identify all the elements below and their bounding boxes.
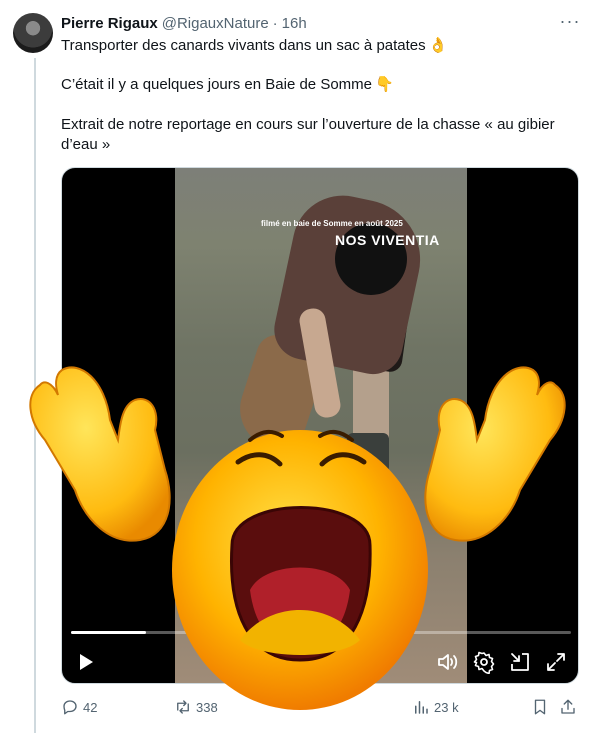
reply-count: 42 xyxy=(83,699,98,715)
video-caption: filmé en baie de Somme en août 2025 xyxy=(261,219,403,228)
bookmark-icon xyxy=(534,699,546,715)
ok-hand-emoji: 👌 xyxy=(428,37,448,54)
views-button[interactable]: 23 k xyxy=(412,697,459,717)
video-player[interactable]: filmé en baie de Somme en août 2025 NOS … xyxy=(61,167,579,684)
tweet-text: d’eau » xyxy=(61,136,111,153)
repost-count: 338 xyxy=(196,699,218,715)
repost-icon xyxy=(177,700,189,714)
tweet-text-line-1: Transporter des canards vivants dans un … xyxy=(61,36,581,56)
play-button[interactable] xyxy=(74,650,98,674)
tweet-text-line-2: C’était il y a quelques jours en Baie de… xyxy=(61,75,581,95)
author-name[interactable]: Pierre Rigaux xyxy=(61,15,158,32)
fullscreen-button[interactable] xyxy=(544,650,568,674)
settings-button[interactable] xyxy=(472,650,496,675)
more-options-button[interactable]: ··· xyxy=(558,11,582,34)
settings-icon xyxy=(473,651,495,675)
video-frame: filmé en baie de Somme en août 2025 NOS … xyxy=(175,168,467,683)
video-brand: NOS VIVENTIA xyxy=(335,232,440,248)
share-icon xyxy=(561,699,575,714)
fullscreen-icon xyxy=(547,653,565,671)
share-button[interactable] xyxy=(559,697,577,717)
more-horizontal-icon: ··· xyxy=(559,11,581,31)
video-progress-bar[interactable] xyxy=(71,631,571,634)
tweet-text: Extrait de notre reportage en cours sur … xyxy=(61,116,555,133)
thread-line xyxy=(34,58,36,733)
author-handle[interactable]: @RigauxNature xyxy=(162,15,269,32)
exit-fullscreen-button[interactable] xyxy=(508,650,532,674)
views-count: 23 k xyxy=(434,699,459,715)
timestamp[interactable]: 16h xyxy=(282,15,307,32)
exit-fullscreen-icon xyxy=(511,653,529,671)
tweet-text: Transporter des canards vivants dans un … xyxy=(61,37,426,54)
tweet-text-line-3: Extrait de notre reportage en cours sur … xyxy=(61,115,581,155)
reply-icon xyxy=(63,700,77,715)
play-icon xyxy=(80,654,93,670)
volume-button[interactable] xyxy=(436,650,460,674)
separator-dot: · xyxy=(272,14,278,32)
video-progress-fill xyxy=(71,631,146,634)
tweet-actions-bar: 42 338 23 k xyxy=(61,697,581,717)
pointing-down-emoji: 👇 xyxy=(375,76,394,93)
avatar[interactable] xyxy=(13,13,53,53)
views-icon xyxy=(415,701,428,714)
person-boot xyxy=(347,433,389,473)
volume-icon xyxy=(438,654,458,670)
repost-button[interactable]: 338 xyxy=(174,697,218,717)
reply-button[interactable]: 42 xyxy=(61,697,97,717)
tweet-header: Pierre Rigaux @RigauxNature · 16h xyxy=(61,13,307,33)
tweet-text: C’était il y a quelques jours en Baie de… xyxy=(61,76,373,93)
bookmark-button[interactable] xyxy=(531,697,549,717)
